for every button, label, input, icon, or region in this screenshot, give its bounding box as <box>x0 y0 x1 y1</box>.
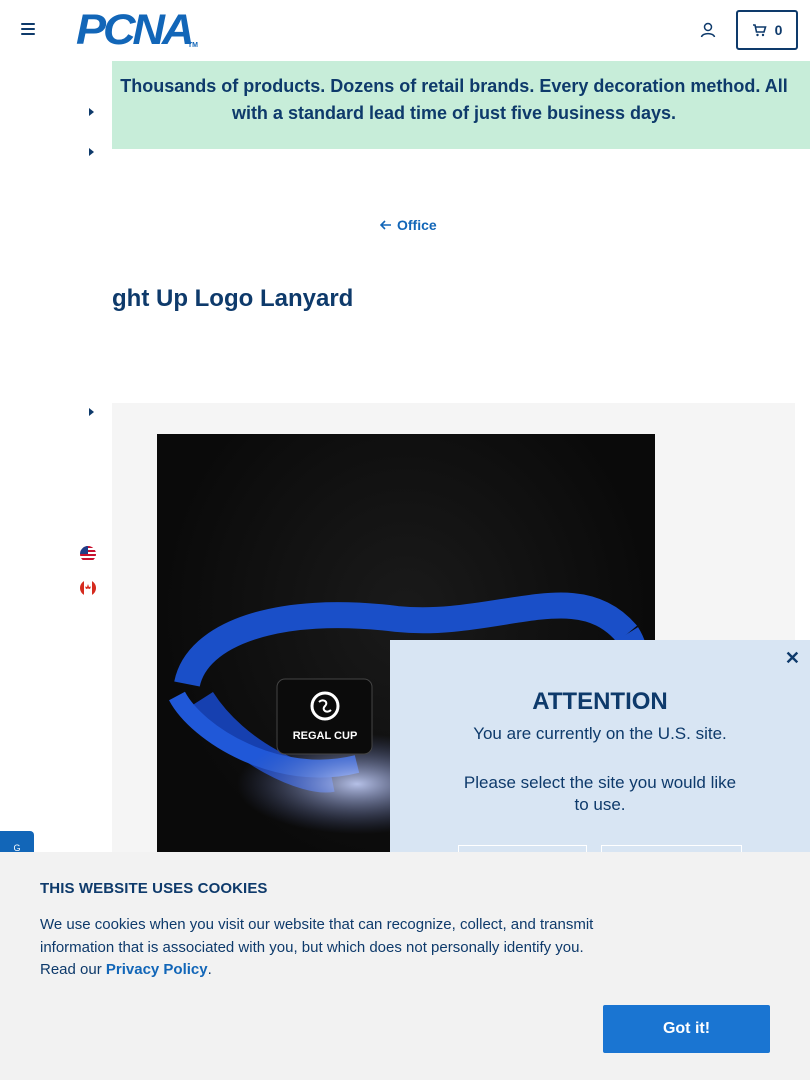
product-title: ght Up Logo Lanyard <box>112 285 354 312</box>
cookie-title: THIS WEBSITE USES COOKIES <box>40 880 268 897</box>
banner-text: Thousands of products. Dozens of retail … <box>120 76 788 123</box>
logo-text: PCNA <box>76 6 194 54</box>
us-flag-icon[interactable] <box>80 546 96 562</box>
hamburger-icon[interactable] <box>21 23 35 35</box>
cookie-period: . <box>207 961 212 978</box>
nav-caret-icon[interactable] <box>89 148 94 156</box>
accept-cookies-button[interactable]: Got it! <box>603 1005 770 1053</box>
side-nav <box>0 60 112 880</box>
popup-title: ATTENTION <box>532 688 668 715</box>
pcna-logo[interactable]: PCNA TM <box>76 6 198 54</box>
nav-caret-icon[interactable] <box>89 108 94 116</box>
cookie-banner: THIS WEBSITE USES COOKIES We use cookies… <box>0 852 810 1080</box>
cart-count: 0 <box>774 22 783 38</box>
site-select-popup: ✕ ATTENTION You are currently on the U.S… <box>390 640 810 885</box>
privacy-policy-link[interactable]: Privacy Policy <box>106 961 208 978</box>
user-icon[interactable] <box>699 21 717 39</box>
canada-flag-icon[interactable] <box>80 580 96 596</box>
cart-icon <box>752 23 767 36</box>
arrow-left-icon <box>380 220 391 230</box>
breadcrumb-back-link[interactable]: Office <box>380 217 437 233</box>
promo-banner: Thousands of products. Dozens of retail … <box>112 61 810 149</box>
site-header: PCNA TM 0 <box>0 0 810 60</box>
popup-current-site-text: You are currently on the U.S. site. <box>473 724 727 743</box>
cookie-text: We use cookies when you visit our websit… <box>40 914 600 982</box>
popup-select-text: Please select the site you would like to… <box>463 773 737 814</box>
breadcrumb-label: Office <box>397 217 437 233</box>
nav-caret-icon[interactable] <box>89 408 94 416</box>
cart-button[interactable]: 0 <box>736 10 798 50</box>
product-brand-text: REGAL CUP <box>293 730 358 742</box>
close-icon[interactable]: ✕ <box>785 648 800 669</box>
